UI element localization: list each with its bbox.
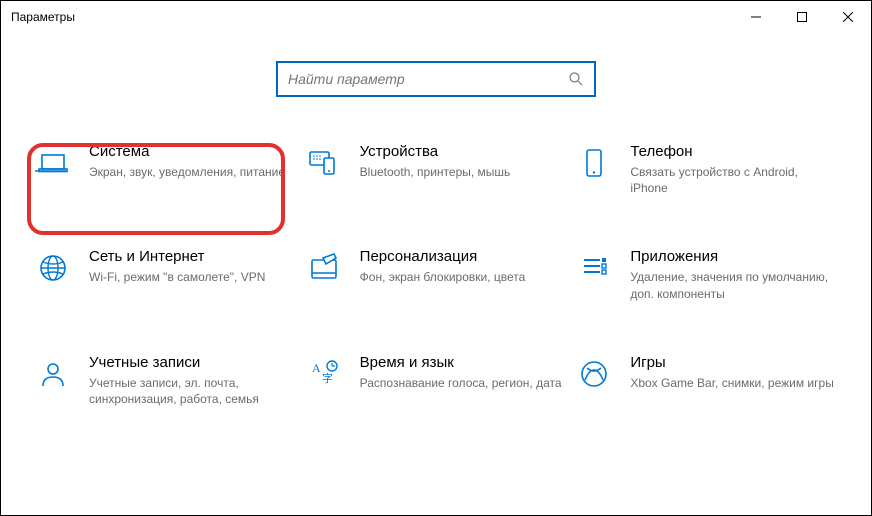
laptop-icon bbox=[35, 145, 71, 181]
tile-desc: Wi-Fi, режим "в самолете", VPN bbox=[89, 269, 296, 285]
tile-desc: Связать устройство с Android, iPhone bbox=[630, 164, 837, 196]
tile-title: Время и язык bbox=[360, 354, 567, 371]
personalization-icon bbox=[306, 250, 342, 286]
svg-text:字: 字 bbox=[322, 371, 333, 385]
window-controls bbox=[733, 1, 871, 33]
tile-desc: Экран, звук, уведомления, питание bbox=[89, 164, 296, 180]
gaming-icon bbox=[576, 356, 612, 392]
search-input[interactable] bbox=[288, 71, 568, 87]
close-button[interactable] bbox=[825, 1, 871, 33]
tile-title: Устройства bbox=[360, 143, 567, 160]
globe-icon bbox=[35, 250, 71, 286]
tile-desc: Учетные записи, эл. почта, синхронизация… bbox=[89, 375, 296, 407]
tile-phone[interactable]: Телефон Связать устройство с Android, iP… bbox=[576, 143, 837, 196]
tile-desc: Распознавание голоса, регион, дата bbox=[360, 375, 567, 391]
window-title: Параметры bbox=[11, 10, 733, 24]
tile-title: Игры bbox=[630, 354, 837, 371]
tile-title: Система bbox=[89, 143, 296, 160]
tile-accounts[interactable]: Учетные записи Учетные записи, эл. почта… bbox=[35, 354, 296, 407]
tile-gaming[interactable]: Игры Xbox Game Bar, снимки, режим игры bbox=[576, 354, 837, 407]
maximize-button[interactable] bbox=[779, 1, 825, 33]
minimize-button[interactable] bbox=[733, 1, 779, 33]
tile-desc: Bluetooth, принтеры, мышь bbox=[360, 164, 567, 180]
search-box[interactable] bbox=[276, 61, 596, 97]
svg-text:A: A bbox=[312, 361, 321, 375]
search-icon bbox=[568, 71, 584, 87]
tile-apps[interactable]: Приложения Удаление, значения по умолчан… bbox=[576, 248, 837, 301]
tile-desc: Удаление, значения по умолчанию, доп. ко… bbox=[630, 269, 837, 301]
phone-icon bbox=[576, 145, 612, 181]
tile-devices[interactable]: Устройства Bluetooth, принтеры, мышь bbox=[306, 143, 567, 196]
tile-system[interactable]: Система Экран, звук, уведомления, питани… bbox=[35, 143, 296, 196]
time-language-icon: A字 bbox=[306, 356, 342, 392]
tile-network[interactable]: Сеть и Интернет Wi-Fi, режим "в самолете… bbox=[35, 248, 296, 301]
settings-grid: Система Экран, звук, уведомления, питани… bbox=[1, 97, 871, 407]
tile-title: Учетные записи bbox=[89, 354, 296, 371]
tile-title: Телефон bbox=[630, 143, 837, 160]
tile-title: Приложения bbox=[630, 248, 837, 265]
accounts-icon bbox=[35, 356, 71, 392]
tile-title: Персонализация bbox=[360, 248, 567, 265]
titlebar: Параметры bbox=[1, 1, 871, 33]
tile-personalization[interactable]: Персонализация Фон, экран блокировки, цв… bbox=[306, 248, 567, 301]
tile-desc: Xbox Game Bar, снимки, режим игры bbox=[630, 375, 837, 391]
tile-desc: Фон, экран блокировки, цвета bbox=[360, 269, 567, 285]
search-area bbox=[1, 61, 871, 97]
tile-time-language[interactable]: A字 Время и язык Распознавание голоса, ре… bbox=[306, 354, 567, 407]
devices-icon bbox=[306, 145, 342, 181]
apps-icon bbox=[576, 250, 612, 286]
tile-title: Сеть и Интернет bbox=[89, 248, 296, 265]
